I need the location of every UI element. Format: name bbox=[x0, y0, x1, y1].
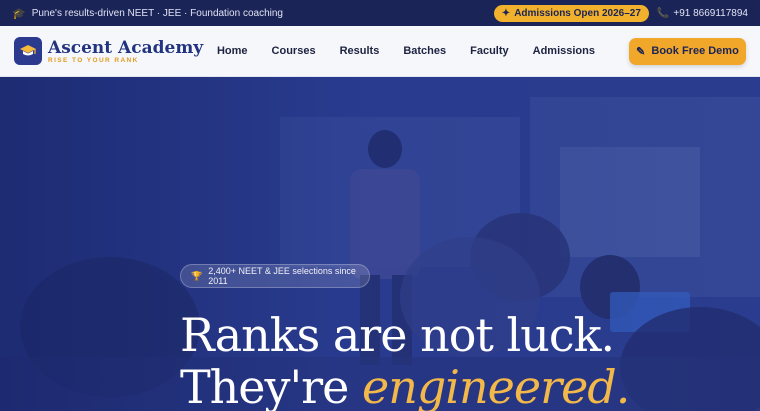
phone-link[interactable]: 📞 +91 8669117894 bbox=[657, 8, 748, 19]
admissions-open-badge[interactable]: ✦ Admissions Open 2026–27 bbox=[493, 4, 649, 22]
book-free-demo-label: Book Free Demo bbox=[651, 45, 739, 57]
trophy-icon: 🏆 bbox=[191, 270, 203, 281]
main-navigation: Ascent Academy RISE TO YOUR RANK Home Co… bbox=[0, 26, 760, 77]
top-announcement-bar: 🎓 Pune's results-driven NEET · JEE · Fou… bbox=[0, 0, 760, 26]
nav-item-faculty[interactable]: Faculty bbox=[458, 45, 521, 57]
graduation-cap-icon: 🎓 bbox=[12, 7, 26, 20]
brand-logo[interactable]: Ascent Academy RISE TO YOUR RANK bbox=[48, 39, 203, 64]
headline-line-2-prefix: They're bbox=[180, 360, 362, 411]
selections-badge-text: 2,400+ NEET & JEE selections since 2011 bbox=[208, 266, 356, 286]
brand-tagline: RISE TO YOUR RANK bbox=[48, 56, 139, 64]
hero-headline: Ranks are not luck. They're engineered. bbox=[180, 309, 740, 411]
brand-name: Ascent Academy bbox=[48, 37, 204, 58]
nav-item-admissions[interactable]: Admissions bbox=[521, 45, 607, 57]
nav-menu: Home Courses Results Batches Faculty Adm… bbox=[205, 45, 607, 57]
nav-item-batches[interactable]: Batches bbox=[391, 45, 458, 57]
book-free-demo-button[interactable]: ✎ Book Free Demo bbox=[629, 37, 746, 65]
phone-icon: 📞 bbox=[656, 7, 670, 19]
tagline-text: Pune's results-driven NEET · JEE · Found… bbox=[31, 7, 283, 19]
nav-item-results[interactable]: Results bbox=[328, 45, 392, 57]
spark-icon: ✦ bbox=[501, 7, 511, 19]
selections-badge: 🏆 2,400+ NEET & JEE selections since 201… bbox=[180, 264, 370, 288]
headline-line-1: Ranks are not luck. bbox=[180, 308, 615, 362]
mortarboard-icon bbox=[20, 45, 36, 56]
phone-number: +91 8669117894 bbox=[673, 7, 748, 19]
nav-item-home[interactable]: Home bbox=[205, 45, 260, 57]
nav-item-courses[interactable]: Courses bbox=[260, 45, 328, 57]
hero-section: 🏆 2,400+ NEET & JEE selections since 201… bbox=[0, 77, 760, 411]
headline-line-2: They're engineered. bbox=[180, 361, 740, 411]
headline-accent-word: engineered. bbox=[362, 360, 630, 411]
admissions-open-label: Admissions Open 2026–27 bbox=[514, 7, 641, 19]
logo-icon[interactable] bbox=[14, 37, 42, 65]
edit-icon: ✎ bbox=[636, 45, 646, 58]
